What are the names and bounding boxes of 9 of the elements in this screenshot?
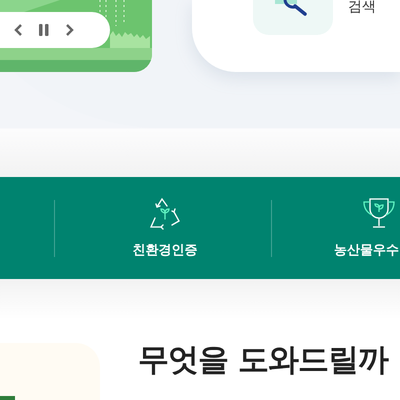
search-tile[interactable] xyxy=(253,0,333,35)
certification-label[interactable]: 친환경인증 xyxy=(132,241,198,259)
section-heading: 무엇을 도와드릴까 xyxy=(138,341,388,380)
certification-label[interactable]: 농산물우수 xyxy=(334,241,399,259)
next-icon[interactable] xyxy=(65,23,74,37)
recycle-icon xyxy=(147,197,183,231)
menu-label[interactable]: 검색 xyxy=(348,0,376,16)
pause-icon[interactable] xyxy=(39,24,49,36)
previous-icon[interactable] xyxy=(14,23,23,37)
